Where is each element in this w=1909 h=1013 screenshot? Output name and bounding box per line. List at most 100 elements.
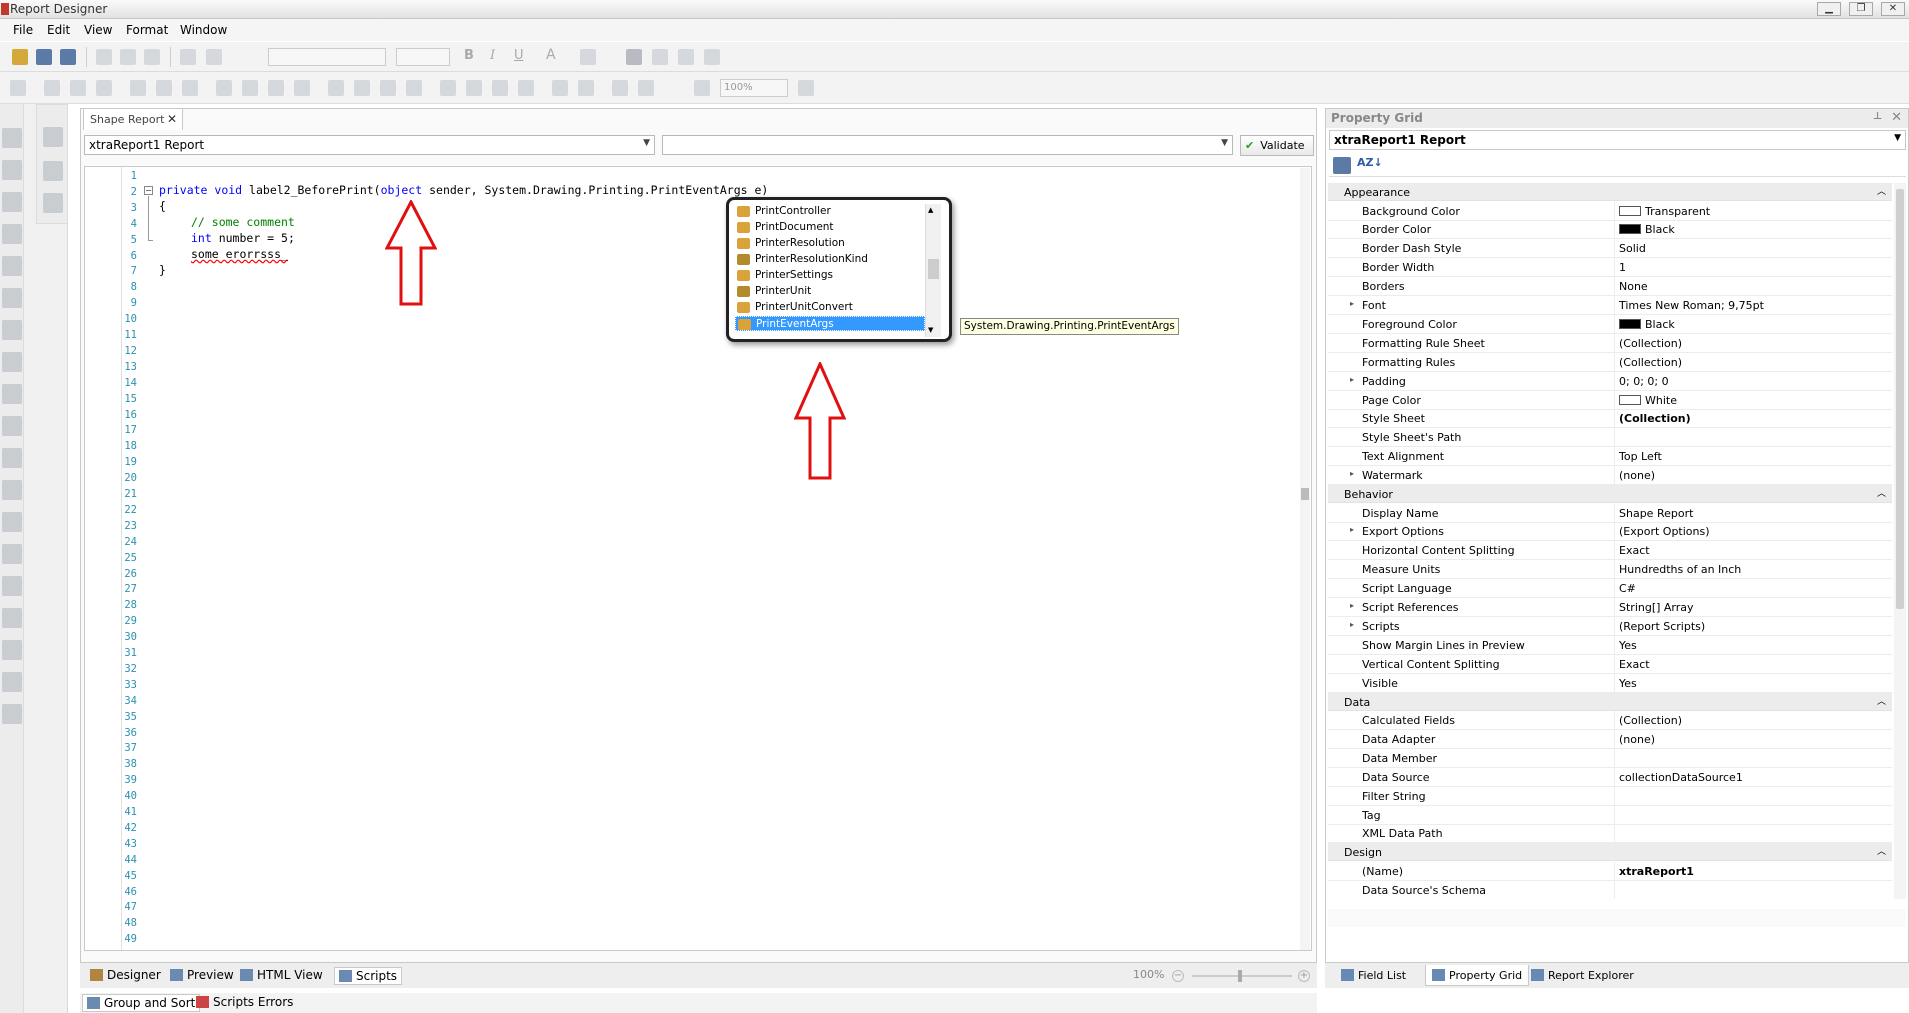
- property-value[interactable]: Transparent: [1614, 201, 1892, 220]
- v-spacing-increase-icon[interactable]: [466, 80, 482, 96]
- autocomplete-item[interactable]: PrinterResolutionKind: [735, 252, 925, 267]
- sparkline-icon[interactable]: [2, 544, 22, 564]
- align-center-icon[interactable]: [652, 49, 668, 65]
- bring-to-front-icon[interactable]: [612, 80, 628, 96]
- property-row[interactable]: ▸ Script References String[] Array: [1328, 598, 1892, 617]
- tab-field-list[interactable]: Field List: [1335, 965, 1412, 986]
- page-break-icon[interactable]: [2, 640, 22, 660]
- autocomplete-item[interactable]: PrintDocument: [735, 220, 925, 235]
- property-value[interactable]: White: [1614, 390, 1892, 409]
- collapse-icon[interactable]: ︿: [1877, 694, 1886, 707]
- property-value[interactable]: Black: [1614, 314, 1892, 333]
- property-row[interactable]: Visible Yes: [1328, 673, 1892, 693]
- gauge-icon[interactable]: [2, 512, 22, 532]
- property-row[interactable]: Border Width 1: [1328, 258, 1892, 278]
- tab-shape-report[interactable]: Shape Report ✕: [83, 108, 183, 130]
- center-horizontally-icon[interactable]: [552, 80, 568, 96]
- chart-icon[interactable]: [2, 480, 22, 500]
- menu-format[interactable]: Format: [126, 23, 168, 37]
- redo-icon[interactable]: [206, 49, 222, 65]
- property-value[interactable]: [1614, 786, 1892, 805]
- h-spacing-remove-icon[interactable]: [406, 80, 422, 96]
- panel-icon[interactable]: [2, 288, 22, 308]
- scroll-down-icon[interactable]: ▼: [928, 326, 933, 334]
- property-row[interactable]: Script Language C#: [1328, 579, 1892, 599]
- cross-band-line-icon[interactable]: [2, 672, 22, 692]
- property-value[interactable]: (none): [1614, 466, 1892, 485]
- property-row[interactable]: Style Sheet (Collection): [1328, 409, 1892, 429]
- property-value[interactable]: xtraReport1: [1614, 861, 1892, 880]
- property-value[interactable]: (Collection): [1614, 409, 1892, 428]
- event-combo[interactable]: ▼: [662, 135, 1233, 155]
- zoom-combo[interactable]: 100%: [720, 79, 788, 97]
- pivot-grid-icon[interactable]: [2, 576, 22, 596]
- expand-icon[interactable]: ▸: [1350, 601, 1354, 610]
- align-bottoms-icon[interactable]: [182, 80, 198, 96]
- font-name-combo[interactable]: [268, 48, 386, 66]
- zoom-in-icon[interactable]: +: [1298, 970, 1310, 982]
- property-value[interactable]: (Collection): [1614, 333, 1892, 352]
- zoom-in-icon[interactable]: [798, 80, 814, 96]
- category-design[interactable]: Design ︿: [1328, 843, 1892, 862]
- center-vertically-icon[interactable]: [578, 80, 594, 96]
- autocomplete-scrollbar[interactable]: ▲ ▼: [925, 204, 941, 337]
- tab-scripts[interactable]: Scripts: [334, 967, 403, 985]
- save-icon[interactable]: [36, 49, 52, 65]
- maximize-button[interactable]: ❐: [1849, 2, 1873, 16]
- table-icon[interactable]: [2, 320, 22, 340]
- send-to-back-icon[interactable]: [638, 80, 654, 96]
- property-row[interactable]: Display Name Shape Report: [1328, 503, 1892, 523]
- barcode-icon[interactable]: [2, 416, 22, 436]
- property-value[interactable]: Shape Report: [1614, 503, 1892, 522]
- property-value[interactable]: (Collection): [1614, 711, 1892, 729]
- property-row[interactable]: Filter String: [1328, 786, 1892, 806]
- copy-icon[interactable]: [120, 49, 136, 65]
- tab-group-and-sort[interactable]: Group and Sort: [82, 994, 201, 1012]
- property-row[interactable]: Background Color Transparent: [1328, 201, 1892, 221]
- property-value[interactable]: Times New Roman; 9,75pt: [1614, 296, 1892, 314]
- align-middles-icon[interactable]: [156, 80, 172, 96]
- object-combo[interactable]: xtraReport1 Report ▼: [84, 135, 655, 155]
- h-spacing-increase-icon[interactable]: [354, 80, 370, 96]
- property-row[interactable]: Vertical Content Splitting Exact: [1328, 654, 1892, 674]
- property-scrollbar[interactable]: [1894, 183, 1906, 899]
- editor-scrollbar[interactable]: [1300, 168, 1310, 950]
- property-value[interactable]: C#: [1614, 579, 1892, 598]
- underline-icon[interactable]: U: [514, 48, 524, 63]
- menu-window[interactable]: Window: [180, 23, 227, 37]
- alphabetical-icon[interactable]: AZ↓: [1357, 156, 1383, 169]
- menu-view[interactable]: View: [84, 23, 112, 37]
- v-spacing-decrease-icon[interactable]: [492, 80, 508, 96]
- property-value[interactable]: [1614, 805, 1892, 824]
- property-value[interactable]: [1614, 748, 1892, 767]
- scrollbar-thumb[interactable]: [1301, 488, 1309, 500]
- property-value[interactable]: Exact: [1614, 541, 1892, 560]
- collapse-icon[interactable]: ︿: [1877, 486, 1886, 499]
- close-icon[interactable]: ✕: [1891, 110, 1902, 125]
- property-row[interactable]: XML Data Path: [1328, 824, 1892, 844]
- property-value[interactable]: Solid: [1614, 239, 1892, 258]
- zipcode-icon[interactable]: [2, 448, 22, 468]
- property-row[interactable]: ▸ Font Times New Roman; 9,75pt: [1328, 296, 1892, 315]
- tab-scripts-errors[interactable]: Scripts Errors: [192, 994, 297, 1012]
- property-row[interactable]: Horizontal Content Splitting Exact: [1328, 541, 1892, 561]
- cross-band-box-icon[interactable]: [2, 704, 22, 724]
- minimize-button[interactable]: ▁: [1817, 2, 1841, 16]
- property-value[interactable]: 1: [1614, 258, 1892, 277]
- property-value[interactable]: collectionDataSource1: [1614, 767, 1892, 786]
- align-tops-icon[interactable]: [130, 80, 146, 96]
- line-icon[interactable]: [2, 352, 22, 372]
- property-value[interactable]: Black: [1614, 220, 1892, 239]
- property-value[interactable]: Exact: [1614, 654, 1892, 673]
- autocomplete-item[interactable]: PrinterSettings: [735, 268, 925, 283]
- autocomplete-item[interactable]: PrinterResolution: [735, 236, 925, 251]
- page-info-icon[interactable]: [2, 608, 22, 628]
- tab-designer[interactable]: Designer: [86, 967, 165, 985]
- zoom-out-icon[interactable]: −: [1172, 970, 1184, 982]
- property-row[interactable]: Border Color Black: [1328, 220, 1892, 240]
- backcolor-icon[interactable]: [580, 49, 596, 65]
- property-row[interactable]: Formatting Rules (Collection): [1328, 352, 1892, 372]
- same-height-icon[interactable]: [268, 80, 284, 96]
- close-button[interactable]: ✕: [1881, 2, 1905, 16]
- align-lefts-icon[interactable]: [44, 80, 60, 96]
